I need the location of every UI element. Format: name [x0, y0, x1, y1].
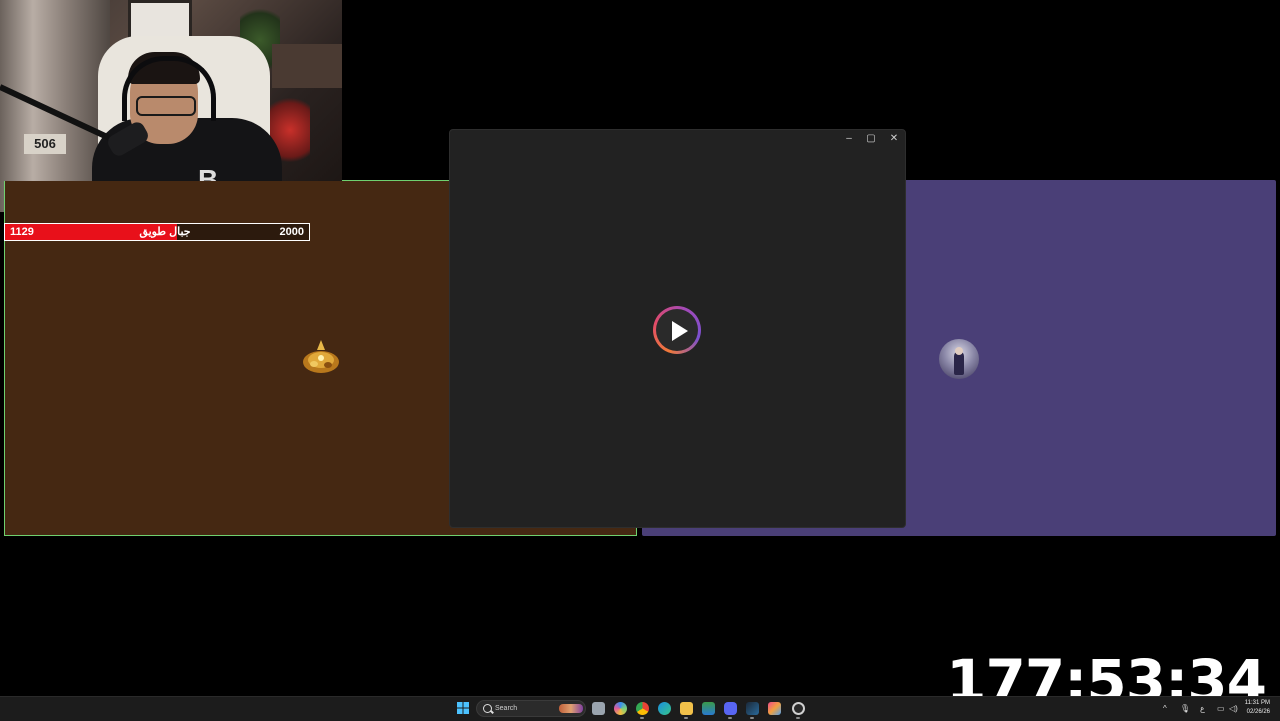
search-label: Search: [495, 705, 518, 712]
clock-date[interactable]: 02/26/26: [1247, 708, 1270, 717]
avatar: [939, 339, 979, 379]
taskbar: Search ^ 🎙 ع ▭ ◁) 11:31 PM 02/26/26: [0, 696, 1280, 721]
file-explorer-icon[interactable]: [680, 702, 693, 715]
discord-icon[interactable]: [724, 702, 737, 715]
health-name: جبال طويق: [139, 226, 191, 238]
minimize-button[interactable]: –: [838, 132, 860, 146]
glasses: [136, 96, 196, 116]
search-highlight-icon: [559, 704, 583, 713]
photos-icon[interactable]: [768, 702, 781, 715]
desk-clock: 506: [24, 134, 66, 154]
golden-lamp-icon: [303, 340, 339, 373]
edge-icon[interactable]: [658, 702, 671, 715]
shelf: [272, 44, 342, 88]
steam-running-indicator: [750, 717, 754, 719]
maximize-button[interactable]: ▢: [860, 132, 882, 146]
chrome-icon[interactable]: [636, 702, 649, 715]
play-button-inner: [656, 309, 698, 351]
chrome-running-indicator: [640, 717, 644, 719]
discord-running-indicator: [728, 717, 732, 719]
windows-start-icon[interactable]: [457, 702, 469, 714]
search-icon-handle: [490, 709, 494, 714]
file-explorer-running-indicator: [684, 717, 688, 719]
play-button[interactable]: [653, 306, 701, 354]
clock-time[interactable]: 11:31 PM: [1245, 699, 1270, 708]
close-button[interactable]: ✕: [883, 132, 905, 146]
health-max: 2000: [279, 226, 304, 238]
task-view-icon[interactable]: [592, 702, 605, 715]
volume-icon[interactable]: ◁): [1229, 703, 1238, 715]
tray-overflow-chevron-icon[interactable]: ^: [1163, 703, 1167, 715]
obs-running-indicator: [796, 717, 800, 719]
network-icon[interactable]: ▭: [1217, 703, 1225, 715]
play-icon: [672, 321, 688, 341]
microphone-tray-icon[interactable]: 🎙: [1180, 703, 1190, 715]
steam-icon[interactable]: [746, 702, 759, 715]
language-indicator[interactable]: ع: [1200, 703, 1205, 715]
taskbar-search[interactable]: Search: [476, 700, 586, 717]
health-current: 1129: [10, 226, 34, 238]
video-player-window: – ▢ ✕: [449, 129, 906, 528]
obs-icon[interactable]: [792, 702, 805, 715]
avatar-figure-head: [955, 347, 963, 355]
copilot-icon[interactable]: [614, 702, 627, 715]
health-bar: 1129 جبال طويق 2000: [4, 223, 310, 241]
store-icon[interactable]: [702, 702, 715, 715]
